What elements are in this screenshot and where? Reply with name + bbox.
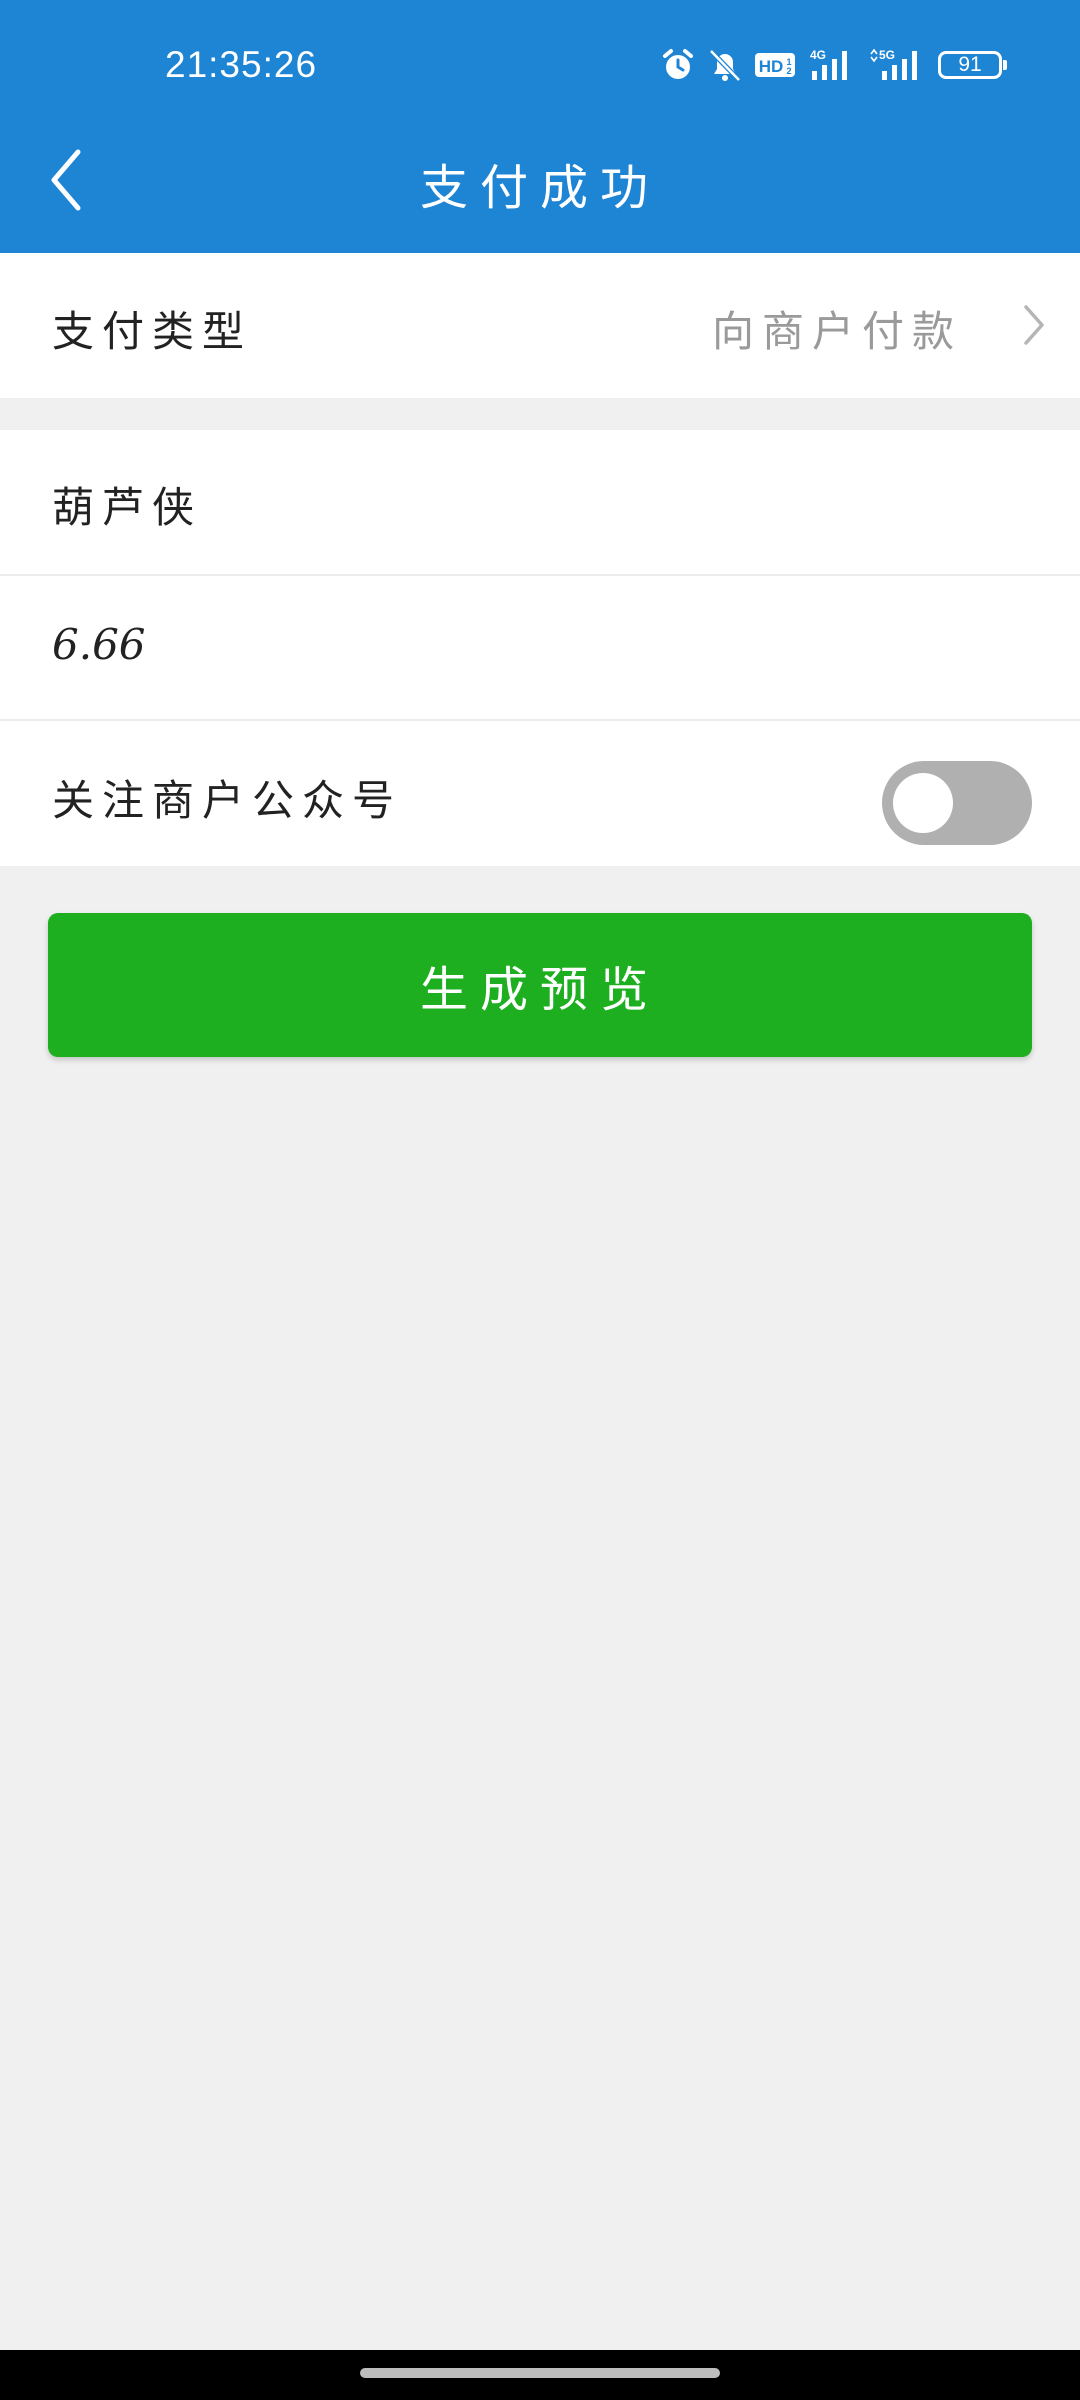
generate-preview-button[interactable]: 生成预览	[48, 913, 1032, 1057]
follow-account-row: 关注商户公众号	[0, 721, 1080, 866]
amount-field[interactable]: 6.66	[0, 576, 1080, 719]
svg-text:4G: 4G	[810, 48, 826, 62]
signal-5g-icon: 5G	[868, 47, 926, 83]
payment-type-row[interactable]: 支付类型 向商户付款	[0, 253, 1080, 398]
toggle-knob	[893, 773, 953, 833]
svg-text:5G: 5G	[879, 48, 895, 62]
hd-voice-icon: HD 1 2	[754, 50, 796, 80]
svg-text:2: 2	[786, 66, 791, 76]
chevron-right-icon	[1024, 305, 1044, 345]
signal-4g-icon: 4G	[808, 47, 856, 83]
system-nav-bar	[0, 2350, 1080, 2400]
status-time: 21:35:26	[165, 44, 318, 85]
amount-text: 6.66	[52, 620, 146, 669]
page-title: 支付成功	[419, 160, 660, 216]
app-header: 21:35:26 HD 1 2 4G 5G 91 支付成功	[0, 0, 1080, 253]
merchant-name-text: 葫芦侠	[52, 483, 203, 532]
battery-icon: 91	[938, 51, 1007, 79]
merchant-name-field[interactable]: 葫芦侠	[0, 430, 1080, 574]
status-icons: HD 1 2 4G 5G 91	[660, 45, 1007, 85]
payment-type-label: 支付类型	[52, 307, 253, 356]
alarm-icon	[660, 47, 696, 83]
payment-type-value: 向商户付款	[711, 307, 962, 356]
svg-text:HD: HD	[759, 57, 784, 76]
follow-account-label: 关注商户公众号	[52, 776, 403, 825]
bell-off-icon	[708, 47, 742, 83]
home-indicator[interactable]	[360, 2368, 720, 2378]
follow-account-toggle[interactable]	[882, 761, 1032, 845]
